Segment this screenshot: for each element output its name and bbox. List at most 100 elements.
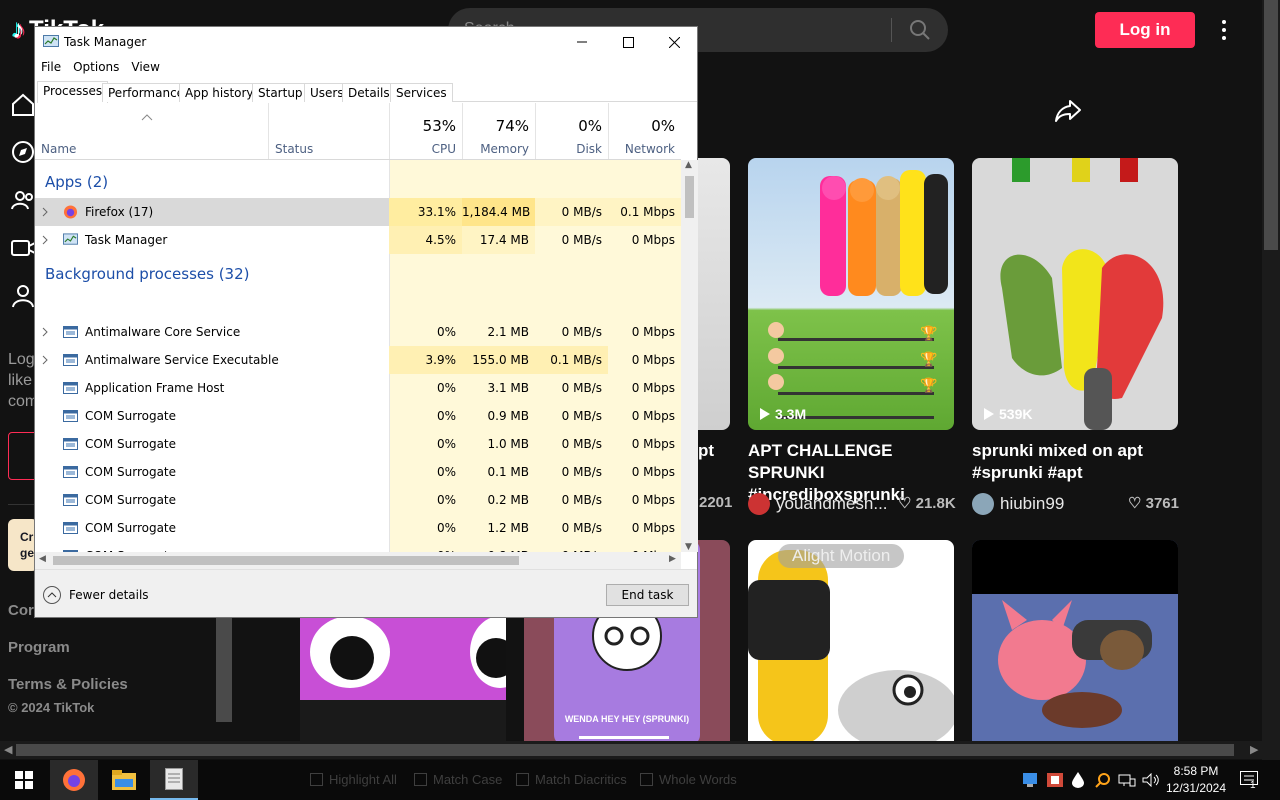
volume-icon[interactable]	[1140, 760, 1162, 800]
checkbox[interactable]	[640, 773, 653, 786]
title-bar[interactable]: Task Manager	[35, 27, 697, 57]
tab-performance[interactable]: Performance	[102, 83, 191, 102]
find-highlight-all[interactable]: Highlight All	[310, 772, 397, 787]
live-icon[interactable]	[10, 235, 36, 261]
vertical-scroll-thumb[interactable]	[1264, 0, 1278, 250]
video-card-7[interactable]	[972, 540, 1178, 745]
end-task-button[interactable]: End task	[606, 584, 689, 606]
home-icon[interactable]	[10, 92, 36, 118]
process-row[interactable]: Antimalware Service Executable 3.9% 155.0 …	[35, 346, 681, 374]
taskbar-firefox[interactable]	[50, 760, 98, 800]
scroll-left-icon[interactable]: ◀	[39, 554, 46, 564]
share-icon[interactable]	[1054, 98, 1082, 124]
menu-file[interactable]: File	[35, 57, 67, 77]
fewer-details-button[interactable]: Fewer details	[43, 586, 149, 604]
start-button[interactable]	[0, 760, 48, 800]
profile-icon[interactable]	[10, 283, 36, 309]
footer-link-company[interactable]: Cor	[8, 602, 34, 619]
column-network[interactable]: 0% Network	[608, 103, 681, 159]
tab-startup[interactable]: Startup	[252, 83, 309, 102]
video-caption-1[interactable]: pt	[698, 440, 728, 462]
video-overlay-text-5: WENDA HEY HEY (SPRUNKI)	[564, 714, 690, 724]
column-name[interactable]: Name	[35, 103, 268, 159]
process-row[interactable]: COM Surrogate 0% 0.1 MB 0 MB/s 0 Mbps	[35, 458, 681, 486]
find-match-case[interactable]: Match Case	[414, 772, 502, 787]
tray-monitor-icon[interactable]	[1020, 760, 1040, 800]
taskbar-task-manager[interactable]	[150, 760, 198, 800]
scroll-down-icon[interactable]: ▼	[685, 542, 692, 552]
video-card-3[interactable]: 539K	[972, 158, 1178, 430]
page-horizontal-scrollbar[interactable]: ◀ ▶	[0, 741, 1264, 759]
find-match-diacritics[interactable]: Match Diacritics	[516, 772, 627, 787]
task-manager-app-icon	[43, 35, 59, 47]
video-thumbnail-3	[972, 158, 1178, 430]
tab-services[interactable]: Services	[390, 83, 453, 102]
sidebar-scrollbar[interactable]	[216, 618, 232, 722]
footer-link-program[interactable]: Program	[8, 639, 70, 656]
process-cpu: 0%	[436, 465, 456, 479]
network-icon[interactable]	[1116, 760, 1138, 800]
process-row[interactable]: COM Surrogate 0%0.8 MB0 MB/s0 Mbps	[35, 542, 681, 552]
scroll-right-icon[interactable]: ▶	[669, 554, 676, 564]
scroll-up-icon[interactable]: ▲	[685, 160, 692, 170]
menu-options[interactable]: Options	[67, 57, 125, 77]
column-status[interactable]: Status	[268, 103, 389, 159]
tray-app-icon[interactable]	[1044, 760, 1066, 800]
process-row[interactable]: COM Surrogate 0% 0.9 MB 0 MB/s 0 Mbps	[35, 402, 681, 430]
horizontal-scroll-thumb[interactable]	[16, 744, 1234, 756]
video-card-2[interactable]: 🏆 🏆 🏆 3.3M	[748, 158, 954, 430]
minimize-button[interactable]	[559, 27, 605, 57]
video-author-3[interactable]: hiubin99	[972, 493, 1064, 515]
explore-icon[interactable]	[10, 139, 36, 165]
close-button[interactable]	[651, 27, 697, 57]
process-row[interactable]: COM Surrogate 0% 1.2 MB 0 MB/s 0 Mbps	[35, 514, 681, 542]
checkbox[interactable]	[414, 773, 427, 786]
group-header-apps[interactable]: Apps (2)	[35, 168, 681, 196]
page-vertical-scrollbar[interactable]	[1262, 0, 1280, 760]
search-icon[interactable]	[908, 18, 932, 42]
expand-chevron-icon[interactable]	[41, 327, 49, 337]
menu-view[interactable]: View	[125, 57, 165, 77]
find-whole-words[interactable]: Whole Words	[640, 772, 737, 787]
process-list-vertical-scrollbar[interactable]: ▲ ▼	[681, 160, 698, 552]
following-icon[interactable]	[10, 187, 36, 213]
video-author-2[interactable]: youandmesh...	[748, 493, 888, 515]
checkbox[interactable]	[516, 773, 529, 786]
tray-search-icon[interactable]	[1092, 760, 1114, 800]
video-likes-3: ♡ 3761	[1128, 495, 1179, 512]
checkbox[interactable]	[310, 773, 323, 786]
column-memory[interactable]: 74% Memory	[462, 103, 535, 159]
maximize-button[interactable]	[605, 27, 651, 57]
login-button[interactable]: Log in	[1095, 12, 1195, 48]
notification-center-button[interactable]: 1	[1234, 760, 1266, 800]
scroll-left-icon[interactable]: ◀	[4, 743, 12, 756]
process-row[interactable]: COM Surrogate 0% 1.0 MB 0 MB/s 0 Mbps	[35, 430, 681, 458]
video-card-6[interactable]: Alight Motion	[748, 540, 954, 745]
expand-chevron-icon[interactable]	[41, 235, 49, 245]
tab-processes[interactable]: Processes	[37, 81, 109, 103]
process-row[interactable]: COM Surrogate 0% 0.2 MB 0 MB/s 0 Mbps	[35, 486, 681, 514]
process-row[interactable]: Application Frame Host 0% 3.1 MB 0 MB/s 0 Mb…	[35, 374, 681, 402]
horizontal-scroll-thumb[interactable]	[53, 556, 519, 565]
vertical-scroll-thumb[interactable]	[685, 176, 694, 218]
more-options-icon[interactable]	[1212, 16, 1236, 44]
tiktok-note-icon: ♪	[12, 14, 25, 44]
clock[interactable]: 8:58 PM 12/31/2024	[1160, 763, 1232, 797]
tab-app-history[interactable]: App history	[179, 83, 260, 102]
tray-droplet-icon[interactable]	[1068, 760, 1088, 800]
taskbar-file-explorer[interactable]	[100, 760, 148, 800]
process-list-horizontal-scrollbar[interactable]: ◀ ▶	[35, 552, 681, 569]
process-row[interactable]: Antimalware Core Service 0% 2.1 MB 0 MB/s 0 …	[35, 318, 681, 346]
process-name: Antimalware Core Service	[85, 325, 241, 339]
expand-chevron-icon[interactable]	[41, 207, 49, 217]
tab-details[interactable]: Details	[342, 83, 396, 102]
group-header-background[interactable]: Background processes (32)	[35, 254, 681, 292]
process-row-firefox[interactable]: Firefox (17) 33.1% 1,184.4 MB 0 MB/s 0.1…	[35, 198, 681, 226]
column-disk[interactable]: 0% Disk	[535, 103, 608, 159]
scroll-right-icon[interactable]: ▶	[1250, 743, 1258, 756]
video-caption-3[interactable]: sprunki mixed on apt #sprunki #apt	[972, 440, 1182, 484]
column-cpu[interactable]: 53% CPU	[389, 103, 462, 159]
footer-link-terms[interactable]: Terms & Policies	[8, 676, 128, 693]
process-row-task-manager[interactable]: Task Manager 4.5% 17.4 MB 0 MB/s 0 Mbps	[35, 226, 681, 254]
expand-chevron-icon[interactable]	[41, 355, 49, 365]
